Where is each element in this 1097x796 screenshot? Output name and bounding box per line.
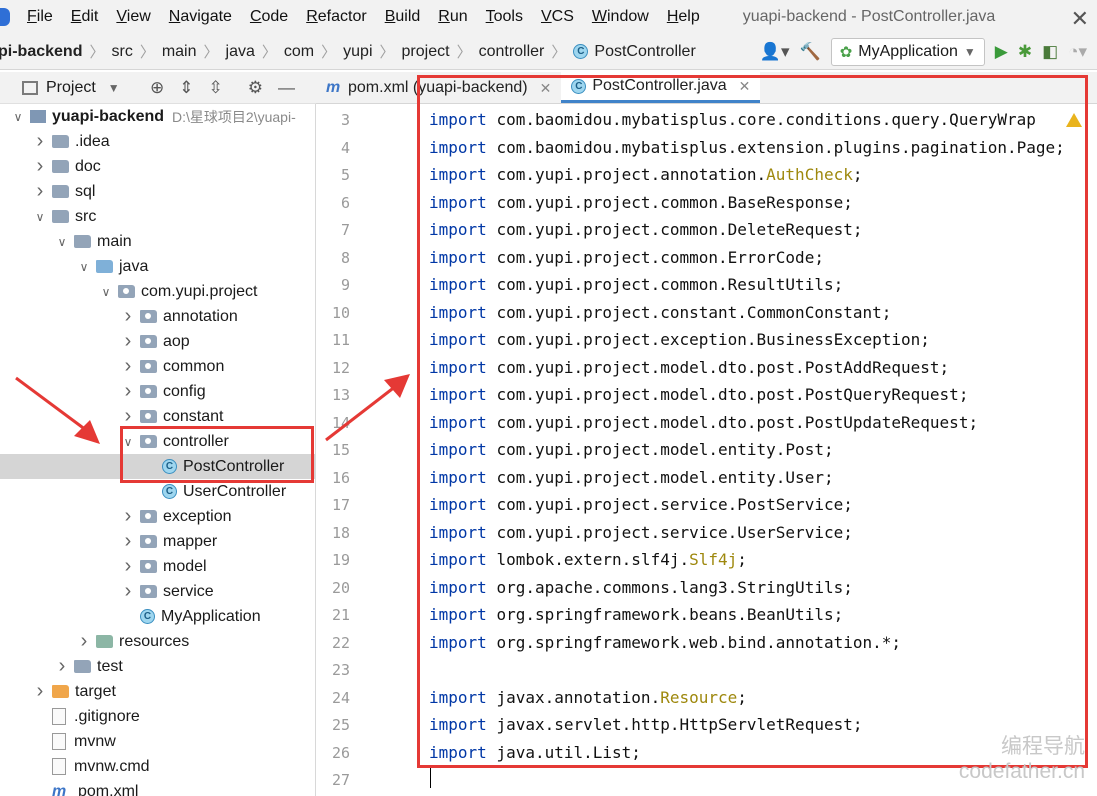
annotation-arrows: [15, 374, 410, 444]
arrow-to-code: [325, 374, 410, 442]
arrow-to-controller: [15, 376, 100, 444]
watermark-url: codefather.cn: [958, 760, 1085, 783]
watermark-text: 编程导航: [1001, 735, 1085, 758]
